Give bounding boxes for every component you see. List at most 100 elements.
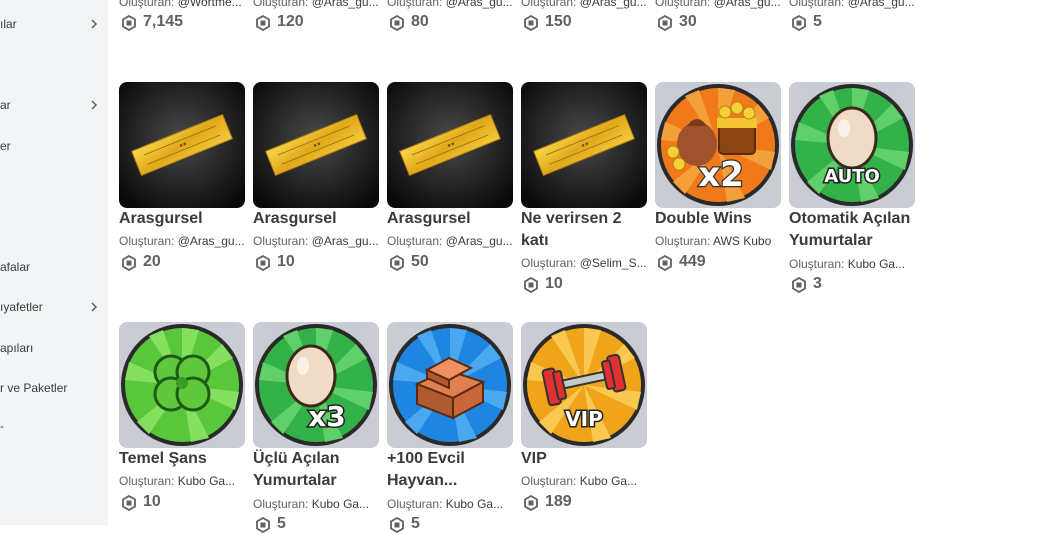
item-name[interactable]: +100 Evcil Hayvan... bbox=[387, 448, 514, 492]
robux-icon bbox=[122, 255, 136, 271]
item-thumbnail[interactable]: VIP bbox=[521, 322, 647, 448]
sidebar-item-5[interactable]: ıyafetler bbox=[0, 297, 108, 317]
robux-icon bbox=[390, 255, 404, 271]
item-name[interactable]: Üçlü Açılan Yumurtalar bbox=[253, 448, 380, 492]
item-name[interactable]: Temel Şans bbox=[119, 448, 246, 470]
item-thumbnail[interactable] bbox=[119, 322, 245, 448]
creator-prefix: Oluşturan: bbox=[655, 234, 714, 248]
creator-prefix: Oluşturan: bbox=[387, 234, 446, 248]
creator-prefix: Oluşturan: bbox=[119, 0, 178, 9]
price-value: 7,145 bbox=[143, 13, 184, 30]
creator-prefix: Oluşturan: bbox=[789, 0, 848, 9]
creator-prefix: Oluşturan: bbox=[253, 0, 312, 9]
creator-link[interactable]: @Aras_gu... bbox=[446, 0, 513, 9]
sidebar-item-6[interactable]: apıları bbox=[0, 338, 108, 358]
creator-prefix: Oluşturan: bbox=[789, 257, 848, 271]
creator-link[interactable]: AWS Kubo bbox=[713, 234, 771, 248]
sidebar-item-2[interactable]: ar bbox=[0, 95, 108, 115]
price-value: 189 bbox=[545, 493, 572, 510]
price-value: 50 bbox=[411, 253, 429, 270]
creator-line: Oluşturan: Kubo Ga... bbox=[253, 496, 380, 512]
creator-link[interactable]: @Aras_gu... bbox=[446, 234, 513, 248]
creator-line: Oluşturan: Kubo Ga... bbox=[521, 473, 648, 489]
creator-prefix: Oluşturan: bbox=[521, 256, 580, 270]
item-thumbnail[interactable]: x3 bbox=[253, 322, 379, 448]
creator-link[interactable]: @Aras_gu... bbox=[178, 234, 245, 248]
creator-line: Oluşturan: @Aras_gu... bbox=[521, 0, 648, 10]
creator-line: Oluşturan: @Aras_gu... bbox=[655, 0, 782, 10]
robux-icon bbox=[122, 15, 136, 31]
vip-dumbbell-icon: VIP bbox=[521, 322, 647, 448]
creator-link[interactable]: @Aras_gu... bbox=[312, 234, 379, 248]
creator-prefix: Oluşturan: bbox=[521, 474, 580, 488]
item-name[interactable]: Arasgursel bbox=[253, 208, 380, 230]
creator-prefix: Oluşturan: bbox=[521, 0, 580, 9]
creator-line: Oluşturan: @Aras_gu... bbox=[253, 0, 380, 10]
creator-link[interactable]: @Aras_gu... bbox=[714, 0, 781, 9]
creator-line: Oluşturan: Kubo Ga... bbox=[789, 256, 916, 272]
item-thumbnail[interactable]: AUTO bbox=[789, 82, 915, 208]
x3-badge-text: x3 bbox=[308, 400, 346, 433]
creator-line: Oluşturan: AWS Kubo bbox=[655, 233, 782, 249]
price-value: 449 bbox=[679, 253, 706, 270]
item-thumbnail[interactable] bbox=[253, 82, 379, 208]
creator-line: Oluşturan: @Aras_gu... bbox=[387, 233, 514, 249]
sidebar-item-label: - bbox=[0, 419, 4, 433]
auto-badge-text: AUTO bbox=[824, 166, 880, 187]
robux-icon bbox=[524, 495, 538, 511]
sidebar-item-1[interactable]: ılar bbox=[0, 14, 108, 34]
creator-link[interactable]: @Aras_gu... bbox=[580, 0, 647, 9]
item-thumbnail[interactable] bbox=[521, 82, 647, 208]
sidebar-item-4[interactable]: afalar bbox=[0, 257, 108, 277]
item-name[interactable]: Arasgursel bbox=[119, 208, 246, 230]
price-value: 5 bbox=[277, 515, 286, 532]
item-name[interactable]: Arasgursel bbox=[387, 208, 514, 230]
creator-line: Oluşturan: @Aras_gu... bbox=[119, 233, 246, 249]
chevron-right-icon bbox=[91, 302, 98, 312]
crates-icon bbox=[387, 322, 513, 448]
item-thumbnail[interactable] bbox=[387, 82, 513, 208]
creator-link[interactable]: @Wortme... bbox=[178, 0, 242, 9]
robux-icon bbox=[256, 517, 270, 533]
creator-link[interactable]: @Selim_S... bbox=[580, 256, 647, 270]
clover-icon bbox=[119, 322, 245, 448]
creator-prefix: Oluşturan: bbox=[253, 234, 312, 248]
creator-link[interactable]: Kubo Ga... bbox=[580, 474, 637, 488]
item-name[interactable]: Otomatik Açılan Yumurtalar bbox=[789, 208, 916, 252]
sidebar-item-label: ıyafetler bbox=[0, 300, 43, 314]
golden-ticket-icon bbox=[119, 82, 245, 208]
creator-line: Oluşturan: @Selim_S... bbox=[521, 255, 648, 271]
creator-link[interactable]: Kubo Ga... bbox=[178, 474, 235, 488]
robux-icon bbox=[658, 255, 672, 271]
item-thumbnail[interactable] bbox=[387, 322, 513, 448]
creator-line: Oluşturan: Kubo Ga... bbox=[387, 496, 514, 512]
robux-icon bbox=[792, 277, 806, 293]
sidebar-item-3[interactable]: er bbox=[0, 136, 108, 156]
chevron-right-icon bbox=[91, 19, 98, 29]
creator-prefix: Oluşturan: bbox=[655, 0, 714, 9]
sidebar: ılar ar er afalar ıyafetler apıları r ve… bbox=[0, 0, 108, 525]
sidebar-item-label: apıları bbox=[0, 341, 34, 355]
price-value: 10 bbox=[143, 493, 161, 510]
sidebar-item-8[interactable]: - bbox=[0, 416, 108, 436]
creator-line: Oluşturan: @Aras_gu... bbox=[253, 233, 380, 249]
creator-link[interactable]: @Aras_gu... bbox=[312, 0, 379, 9]
price-value: 3 bbox=[813, 275, 822, 292]
creator-link[interactable]: Kubo Ga... bbox=[312, 497, 369, 511]
item-name[interactable]: Ne verirsen 2 katı bbox=[521, 208, 648, 252]
item-thumbnail[interactable] bbox=[119, 82, 245, 208]
price-value: 5 bbox=[411, 515, 420, 532]
creator-line: Oluşturan: @Aras_gu... bbox=[789, 0, 916, 10]
creator-link[interactable]: Kubo Ga... bbox=[848, 257, 905, 271]
sidebar-item-7[interactable]: r ve Paketler bbox=[0, 378, 108, 398]
robux-icon bbox=[256, 15, 270, 31]
sidebar-item-label: r ve Paketler bbox=[0, 381, 68, 395]
item-name[interactable]: VIP bbox=[521, 448, 648, 470]
price-value: 30 bbox=[679, 13, 697, 30]
item-name[interactable]: Double Wins bbox=[655, 208, 782, 230]
item-thumbnail[interactable]: x2 bbox=[655, 82, 781, 208]
sidebar-item-label: ar bbox=[0, 98, 11, 112]
creator-prefix: Oluşturan: bbox=[119, 234, 178, 248]
creator-link[interactable]: @Aras_gu... bbox=[848, 0, 915, 9]
creator-link[interactable]: Kubo Ga... bbox=[446, 497, 503, 511]
